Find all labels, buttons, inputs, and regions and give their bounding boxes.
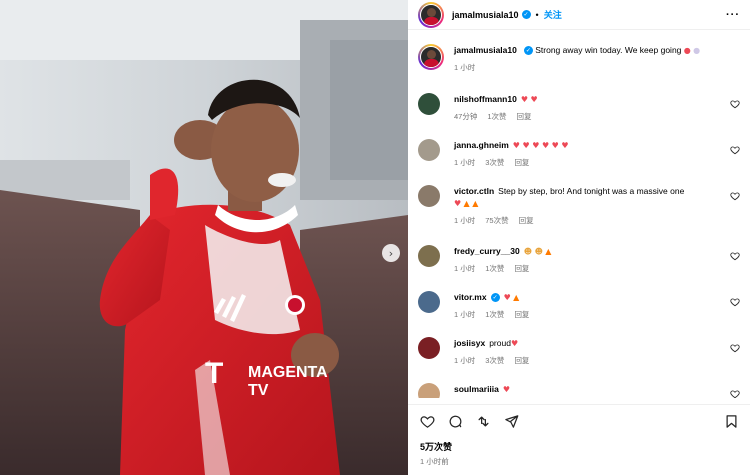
comment-time: 47分钟 (454, 112, 478, 121)
comment-likes[interactable]: 1次赞 (485, 263, 504, 275)
comment-like-heart-icon[interactable] (730, 99, 740, 109)
comment-likes[interactable]: 75次赞 (485, 215, 508, 227)
commenter-avatar[interactable] (418, 245, 440, 267)
follow-button[interactable]: 关注 (544, 8, 562, 21)
post-actions-bar (408, 404, 750, 436)
fire-emoji-icon: ▲ ▲ (463, 199, 479, 208)
reply-button[interactable]: 回复 (519, 215, 534, 227)
commenter-avatar[interactable] (418, 93, 440, 115)
bookmark-icon[interactable] (724, 414, 739, 429)
commenter-username[interactable]: nilshoffmann10 (454, 94, 517, 104)
commenter-avatar[interactable] (418, 291, 440, 313)
instagram-post-view: T MAGENTA TV › jamalmusiala10 ✓ • 关注 ···… (0, 0, 750, 475)
heart-emoji-icon: ♥ (503, 293, 511, 302)
sponsor-t: T (205, 357, 224, 390)
verified-badge-icon: ✓ (521, 10, 531, 19)
caption-row: jamalmusiala10 ✓ Strong away win today. W… (418, 44, 744, 74)
heart-emoji-icon: ♥ (502, 385, 511, 394)
separator-dot: • (535, 9, 539, 20)
comment-row: vitor.mx ✓ ♥ ▲ 1 小时 1次赞 回复 (418, 291, 744, 321)
verified-badge-icon: ✓ (490, 293, 500, 303)
caption-text: Strong away win today. We keep going (535, 45, 682, 55)
heart-eyes-emoji-icon: ☻ ☻ (523, 247, 543, 256)
heart-emoji-icon: ♥ ♥ ♥ ♥ ♥ ♥ (512, 141, 569, 150)
comment-time: 1 小时 (454, 356, 476, 365)
commenter-username[interactable]: vitor.mx (454, 292, 487, 302)
comment-time: 1 小时 (454, 310, 476, 319)
caption-author[interactable]: jamalmusiala10 (454, 45, 517, 55)
commenter-avatar[interactable] (418, 185, 440, 207)
commenter-username[interactable]: fredy_curry__30 (454, 246, 520, 256)
reply-button[interactable]: 回复 (514, 263, 529, 275)
post-photo[interactable]: T MAGENTA TV › (0, 0, 408, 475)
comment-row: fredy_curry__30 ☻ ☻ ▲ 1 小时 1次赞 回复 (418, 245, 744, 275)
post-header: jamalmusiala10 ✓ • 关注 ··· (408, 0, 750, 30)
commenter-avatar[interactable] (418, 139, 440, 161)
red-heart-emoji-icon: ● (683, 46, 691, 55)
comment-like-heart-icon[interactable] (730, 145, 740, 155)
comment-row: victor.ctln Step by step, bro! And tonigh… (418, 185, 744, 227)
comment-row: soulmariiia ♥ (418, 383, 744, 398)
comment-like-heart-icon[interactable] (730, 297, 740, 307)
comment-row: josiisyx proud♥ 1 小时 3次赞 回复 (418, 337, 744, 367)
comment-time: 1 小时 (454, 216, 476, 225)
reply-button[interactable]: 回复 (514, 309, 529, 321)
player-photo-illustration (0, 0, 408, 475)
chevron-right-icon: › (388, 246, 394, 260)
comment-row: nilshoffmann10 ♥ ♥ 47分钟 1次赞 回复 (418, 93, 744, 123)
share-icon[interactable] (476, 414, 491, 429)
author-avatar[interactable] (418, 1, 444, 28)
sponsor-logo: T (205, 357, 223, 391)
caption-author-avatar[interactable] (418, 44, 444, 70)
caption-time: 1 小时 (454, 63, 476, 72)
heart-emoji-icon: ♥ (454, 199, 462, 208)
heart-emoji-icon: ♥ (510, 339, 519, 348)
fire-emoji-icon: ▲ (545, 247, 552, 256)
fire-emoji-icon: ▲ (513, 293, 520, 302)
commenter-username[interactable]: janna.ghneim (454, 140, 509, 150)
comment-likes[interactable]: 3次赞 (485, 157, 504, 169)
comment-row: janna.ghneim ♥ ♥ ♥ ♥ ♥ ♥ 1 小时 3次赞 回复 (418, 139, 744, 169)
comment-text: proud (489, 338, 511, 348)
comment-likes[interactable]: 1次赞 (485, 309, 504, 321)
comment-like-heart-icon[interactable] (730, 191, 740, 201)
comment-time: 1 小时 (454, 158, 476, 167)
heart-icon[interactable] (420, 414, 435, 429)
commenter-avatar[interactable] (418, 383, 440, 398)
comment-like-heart-icon[interactable] (730, 343, 740, 353)
verified-badge-icon: ✓ (523, 46, 533, 56)
post-side-panel: jamalmusiala10 ✓ • 关注 ··· jamalmusiala10… (408, 0, 750, 475)
commenter-username[interactable]: josiisyx (454, 338, 485, 348)
commenter-username[interactable]: soulmariiia (454, 384, 499, 394)
more-options-button[interactable]: ··· (726, 9, 740, 21)
sponsor-text: MAGENTA TV (248, 364, 328, 399)
comment-icon[interactable] (448, 414, 463, 429)
comments-list[interactable]: jamalmusiala10 ✓ Strong away win today. W… (408, 40, 750, 398)
comment-text: Step by step, bro! And tonight was a mas… (498, 186, 685, 196)
commenter-avatar[interactable] (418, 337, 440, 359)
comment-likes[interactable]: 3次赞 (485, 355, 504, 367)
commenter-username[interactable]: victor.ctln (454, 186, 494, 196)
send-icon[interactable] (504, 414, 519, 429)
post-timestamp: 1 小时前 (420, 457, 449, 466)
reply-button[interactable]: 回复 (514, 157, 529, 169)
comment-likes[interactable]: 1次赞 (487, 111, 506, 123)
heart-emoji-icon: ♥ ♥ (520, 95, 538, 104)
reply-button[interactable]: 回复 (517, 111, 532, 123)
comment-time: 1 小时 (454, 264, 476, 273)
reply-button[interactable]: 回复 (514, 355, 529, 367)
comment-like-heart-icon[interactable] (730, 389, 740, 398)
next-image-button[interactable]: › (382, 244, 400, 262)
white-heart-emoji-icon: ● (693, 46, 701, 55)
comment-like-heart-icon[interactable] (730, 251, 740, 261)
likes-count[interactable]: 5万次赞 (420, 440, 452, 453)
author-username[interactable]: jamalmusiala10 (452, 10, 519, 20)
